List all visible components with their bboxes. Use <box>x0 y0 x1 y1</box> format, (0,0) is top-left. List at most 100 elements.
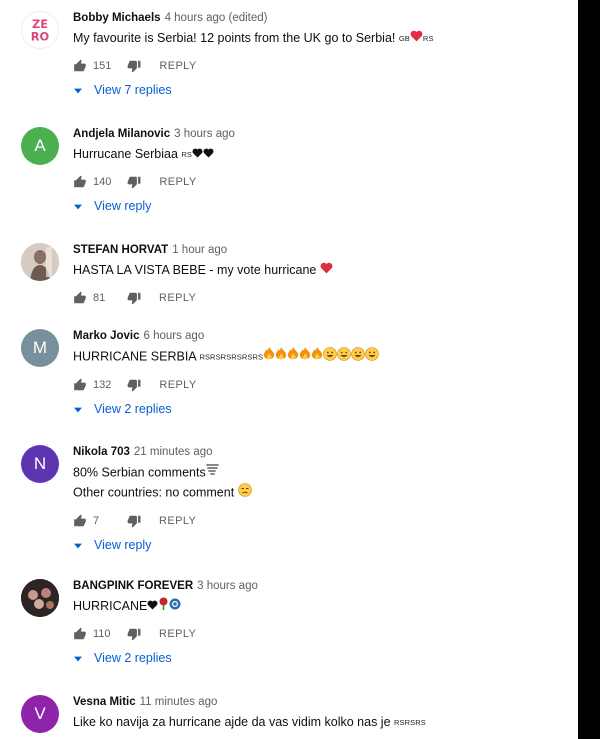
comment-header: Andjela Milanovic 3 hours ago <box>73 127 568 141</box>
avatar[interactable]: V <box>21 695 59 733</box>
thumb-down-icon <box>127 292 141 305</box>
like-count: 7 <box>93 515 100 527</box>
thumb-up-icon <box>74 514 86 527</box>
like-button[interactable]: 7 <box>73 514 111 528</box>
grin-emoji-icon <box>323 347 337 367</box>
like-button[interactable]: 81 <box>73 291 111 305</box>
dislike-button[interactable] <box>127 291 141 305</box>
view-replies-button[interactable]: View 2 replies <box>73 402 568 416</box>
dislike-button[interactable] <box>127 514 141 528</box>
fire-emoji-icon <box>275 347 287 367</box>
flag-rs: RS <box>422 34 434 44</box>
author-name[interactable]: Andjela Milanovic <box>73 128 170 140</box>
comment-header: Bobby Michaels 4 hours ago (edited) <box>73 11 568 25</box>
avatar[interactable]: M <box>21 329 59 367</box>
dislike-button[interactable] <box>127 59 141 73</box>
fire-emoji-icon <box>299 347 311 367</box>
author-name[interactable]: Nikola 703 <box>73 446 130 458</box>
author-name[interactable]: BANGPINK FOREVER <box>73 580 193 592</box>
tornado-emoji-icon <box>205 463 219 483</box>
timestamp[interactable]: 3 hours ago <box>174 128 235 140</box>
fire-emoji-icon <box>287 347 299 367</box>
reply-button[interactable]: REPLY <box>159 176 196 188</box>
grin-emoji-icon <box>365 347 379 367</box>
comment-actions: 7 REPLY <box>73 513 568 529</box>
comment-header: Marko Jovic 6 hours ago <box>73 329 568 343</box>
timestamp[interactable]: 21 minutes ago <box>134 446 213 458</box>
comment-header: STEFAN HORVAT 1 hour ago <box>73 243 568 257</box>
user-photo-icon <box>21 243 59 281</box>
view-replies-button[interactable]: View reply <box>73 199 568 213</box>
chevron-down-icon <box>74 83 82 97</box>
dislike-button[interactable] <box>127 627 141 641</box>
zero-logo-icon: ZE RO <box>22 12 58 48</box>
reply-button[interactable]: REPLY <box>159 628 196 640</box>
like-button[interactable]: 132 <box>73 378 111 392</box>
dislike-button[interactable] <box>127 175 141 189</box>
thumb-down-icon <box>127 628 141 641</box>
thumb-up-icon <box>74 627 86 640</box>
timestamp[interactable]: 1 hour ago <box>172 244 227 256</box>
thumb-up-icon <box>74 59 86 72</box>
comment-header: BANGPINK FOREVER 3 hours ago <box>73 579 568 593</box>
heart-emoji-icon <box>320 261 333 280</box>
timestamp[interactable]: 3 hours ago <box>197 580 258 592</box>
author-name[interactable]: Bobby Michaels <box>73 12 161 24</box>
author-name[interactable]: Marko Jovic <box>73 330 139 342</box>
blue-circle-emoji-icon <box>169 597 181 616</box>
chevron-down-icon <box>74 651 82 665</box>
thumb-down-icon <box>127 515 141 528</box>
thumb-up-icon <box>74 175 86 188</box>
chevron-down-icon <box>74 199 82 213</box>
flag-rs: RSRSRS <box>394 718 426 728</box>
like-button[interactable]: 110 <box>73 627 111 641</box>
dislike-button[interactable] <box>127 378 141 392</box>
chevron-down-icon <box>74 402 82 416</box>
timestamp[interactable]: 4 hours ago (edited) <box>165 12 268 24</box>
thumb-up-icon <box>74 291 86 304</box>
comment-actions: 132 REPLY <box>73 377 568 393</box>
reply-button[interactable]: REPLY <box>159 60 196 72</box>
like-button[interactable]: 151 <box>73 59 111 73</box>
view-replies-button[interactable]: View 2 replies <box>73 651 568 665</box>
like-count: 151 <box>93 60 112 73</box>
user-photo-icon <box>21 579 59 617</box>
chevron-down-icon <box>74 538 82 552</box>
comments-panel: ZE RO Bobby Michaels 4 hours ago (edited)… <box>0 0 578 739</box>
reply-button[interactable]: REPLY <box>159 292 196 304</box>
heart-emoji-icon <box>410 29 423 48</box>
comment-header: Nikola 703 21 minutes ago <box>73 445 568 459</box>
black-heart-emoji-icon <box>192 145 203 164</box>
timestamp[interactable]: 11 minutes ago <box>140 696 218 708</box>
reply-button[interactable]: REPLY <box>159 379 196 391</box>
like-button[interactable]: 140 <box>73 175 111 189</box>
black-heart-emoji-icon <box>147 597 158 616</box>
comment-text: 80% Serbian comments <box>73 463 568 483</box>
comment-actions: 140 REPLY <box>73 174 568 190</box>
author-name[interactable]: Vesna Mitic <box>73 696 136 708</box>
svg-text:RO: RO <box>31 29 50 43</box>
avatar[interactable]: A <box>21 127 59 165</box>
avatar[interactable] <box>21 579 59 617</box>
flag-gb: GB <box>398 34 410 44</box>
flag-rs: RSRSRSRSRSRS <box>199 352 264 362</box>
comment-actions: 81 REPLY <box>73 290 568 306</box>
avatar[interactable]: ZE RO <box>21 11 59 49</box>
grin-emoji-icon <box>351 347 365 367</box>
view-replies-button[interactable]: View reply <box>73 538 568 552</box>
like-count: 132 <box>93 379 112 391</box>
comment-text: HASTA LA VISTA BEBE - my vote hurricane <box>73 261 568 280</box>
timestamp[interactable]: 6 hours ago <box>143 330 204 342</box>
like-count: 81 <box>93 292 106 305</box>
avatar[interactable] <box>21 243 59 281</box>
thumb-down-icon <box>127 379 141 392</box>
view-replies-button[interactable]: View 7 replies <box>73 83 568 97</box>
thumb-down-icon <box>127 176 141 189</box>
comment-text: HURRICANE <box>73 597 568 616</box>
avatar[interactable]: N <box>21 445 59 483</box>
like-count: 140 <box>93 176 112 189</box>
reply-button[interactable]: REPLY <box>159 515 196 527</box>
comment-actions: 110 REPLY <box>73 626 568 642</box>
comment-header: Vesna Mitic 11 minutes ago <box>73 695 568 709</box>
author-name[interactable]: STEFAN HORVAT <box>73 244 168 256</box>
